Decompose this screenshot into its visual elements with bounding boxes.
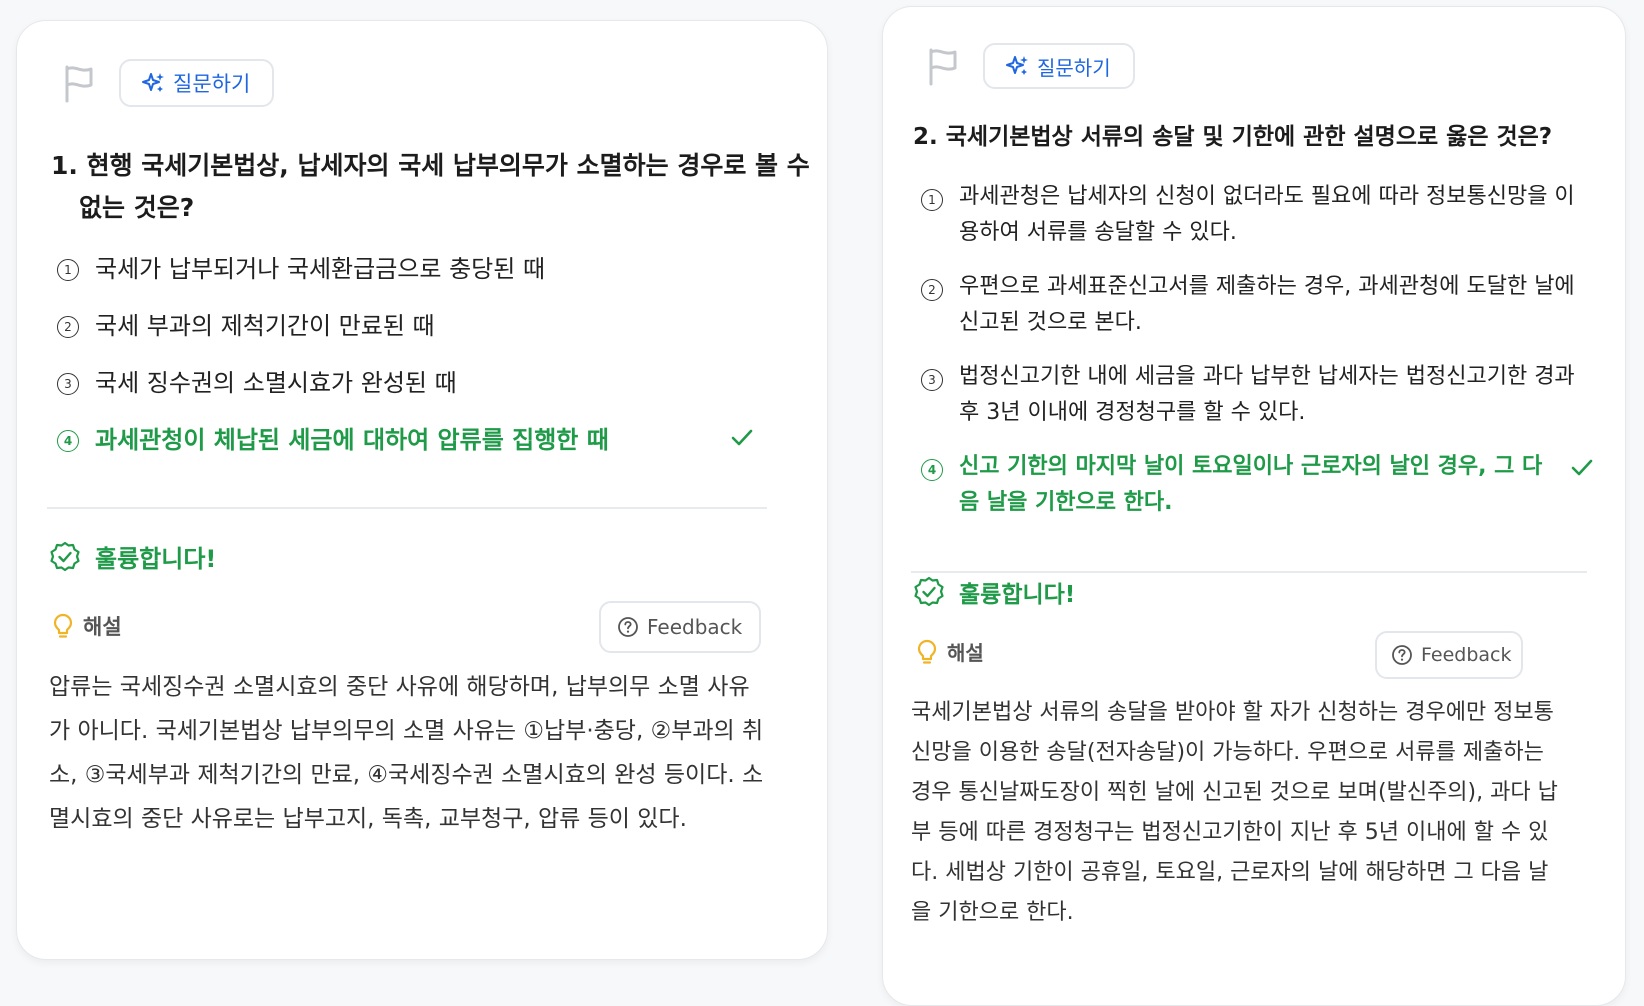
feedback-button[interactable]: Feedback <box>1375 631 1523 679</box>
divider <box>47 507 767 509</box>
ask-question-button[interactable]: 질문하기 <box>983 43 1135 89</box>
option-4-correct[interactable]: 4 신고 기한의 마지막 날이 토요일이나 근로자의 날인 경우, 그 다음 날… <box>921 449 1561 521</box>
option-text: 우편으로 과세표준신고서를 제출하는 경우, 과세관청에 도달한 날에 신고된 … <box>959 274 1575 335</box>
question-card-1: 질문하기 1. 현행 국세기본법상, 납세자의 국세 납부의무가 소멸하는 경우… <box>16 20 828 960</box>
option-text: 과세관청은 납세자의 신청이 없더라도 필요에 따라 정보통신망을 이용하여 서… <box>959 184 1575 245</box>
option-2[interactable]: 2 국세 부과의 제척기간이 만료된 때 <box>57 306 435 346</box>
explanation-label: 해설 <box>83 615 122 639</box>
option-text: 법정신고기한 내에 세금을 과다 납부한 납세자는 법정신고기한 경과 후 3년… <box>959 364 1575 425</box>
result-text: 훌륭합니다! <box>959 582 1076 608</box>
help-circle-icon <box>1392 645 1412 665</box>
option-text: 국세가 납부되거나 국세환급금으로 충당된 때 <box>95 255 546 283</box>
option-3[interactable]: 3 법정신고기한 내에 세금을 과다 납부한 납세자는 법정신고기한 경과 후 … <box>921 359 1581 431</box>
result-banner: 훌륭합니다! <box>913 575 1075 609</box>
card-toolbar: 질문하기 <box>925 43 1135 89</box>
option-number: 1 <box>921 189 943 211</box>
option-1[interactable]: 1 국세가 납부되거나 국세환급금으로 충당된 때 <box>57 249 545 289</box>
option-text: 국세 부과의 제척기간이 만료된 때 <box>95 312 435 340</box>
explanation-header: 해설 <box>51 611 122 641</box>
result-banner: 훌륭합니다! <box>49 539 216 574</box>
check-icon <box>731 429 753 446</box>
lightbulb-icon <box>53 613 73 638</box>
option-number: 2 <box>57 316 79 338</box>
divider <box>911 571 1587 573</box>
badge-check-icon <box>50 541 80 571</box>
option-3[interactable]: 3 국세 징수권의 소멸시효가 완성된 때 <box>57 363 457 403</box>
badge-check-icon <box>914 576 944 607</box>
option-number: 3 <box>921 369 943 391</box>
feedback-button[interactable]: Feedback <box>599 601 761 653</box>
option-number: 4 <box>921 459 943 481</box>
ask-question-button[interactable]: 질문하기 <box>119 59 275 107</box>
explanation-text: 국세기본법상 서류의 송달을 받아야 할 자가 신청하는 경우에만 정보통신망을… <box>911 700 1558 925</box>
check-icon <box>1571 459 1593 476</box>
question-title: 2. 국세기본법상 서류의 송달 및 기한에 관한 설명으로 옳은 것은? <box>913 124 1553 150</box>
flag-icon[interactable] <box>925 46 963 86</box>
sparkle-icon <box>142 73 164 92</box>
option-number: 4 <box>57 430 79 452</box>
feedback-label: Feedback <box>1421 644 1512 666</box>
option-number: 3 <box>57 373 79 395</box>
option-number: 1 <box>57 259 79 281</box>
option-4-correct[interactable]: 4 과세관청이 체납된 세금에 대하여 압류를 집행한 때 <box>57 420 609 460</box>
explanation-text: 압류는 국세징수권 소멸시효의 중단 사유에 해당하며, 납부의무 소멸 사유가… <box>49 674 764 832</box>
help-circle-icon <box>618 617 638 637</box>
card-toolbar: 질문하기 <box>61 59 275 107</box>
option-2[interactable]: 2 우편으로 과세표준신고서를 제출하는 경우, 과세관청에 도달한 날에 신고… <box>921 269 1581 341</box>
question-title: 1. 현행 국세기본법상, 납세자의 국세 납부의무가 소멸하는 경우로 볼 수… <box>51 151 810 222</box>
option-text: 국세 징수권의 소멸시효가 완성된 때 <box>95 369 457 397</box>
lightbulb-icon <box>917 639 937 664</box>
option-text: 과세관청이 체납된 세금에 대하여 압류를 집행한 때 <box>95 426 609 454</box>
option-text: 신고 기한의 마지막 날이 토요일이나 근로자의 날인 경우, 그 다음 날을 … <box>959 454 1543 515</box>
sparkle-icon <box>1006 56 1028 75</box>
ask-question-label: 질문하기 <box>1037 55 1111 80</box>
ask-question-label: 질문하기 <box>173 72 251 96</box>
explanation-header: 해설 <box>915 637 984 666</box>
result-text: 훌륭합니다! <box>95 545 217 573</box>
option-number: 2 <box>921 279 943 301</box>
feedback-label: Feedback <box>647 615 743 639</box>
question-card-2: 질문하기 2. 국세기본법상 서류의 송달 및 기한에 관한 설명으로 옳은 것… <box>882 6 1626 1006</box>
flag-icon[interactable] <box>61 63 99 103</box>
option-1[interactable]: 1 과세관청은 납세자의 신청이 없더라도 필요에 따라 정보통신망을 이용하여… <box>921 179 1581 251</box>
explanation-label: 해설 <box>947 641 984 665</box>
